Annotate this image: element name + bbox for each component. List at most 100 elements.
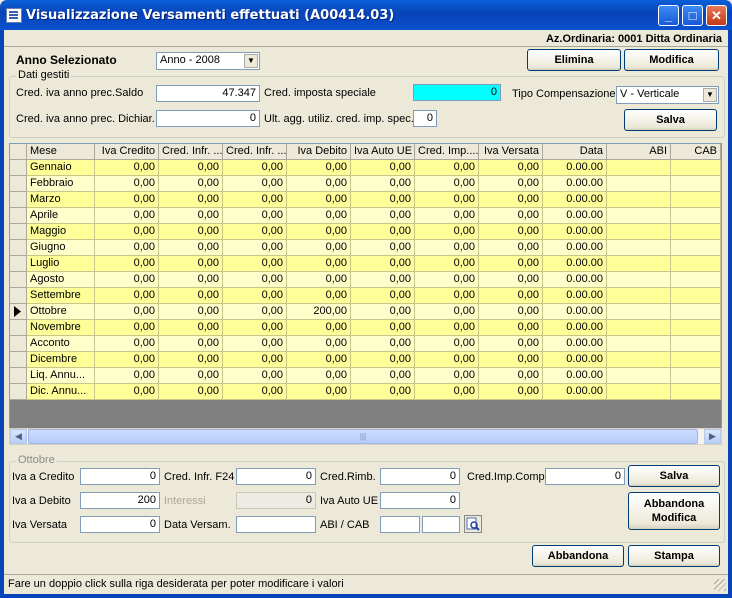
row-selector[interactable]: [10, 160, 27, 176]
table-cell[interactable]: 0,00: [95, 160, 159, 176]
table-cell[interactable]: 0,00: [415, 304, 479, 320]
tipo-comp-select[interactable]: V - Verticale ▼: [616, 86, 719, 104]
table-cell[interactable]: 0,00: [287, 176, 351, 192]
row-selector[interactable]: [10, 224, 27, 240]
table-cell[interactable]: 0,00: [479, 352, 543, 368]
row-selector[interactable]: [10, 256, 27, 272]
table-cell[interactable]: 0,00: [287, 272, 351, 288]
maximize-icon[interactable]: □: [682, 5, 703, 26]
table-cell[interactable]: 0,00: [223, 304, 287, 320]
iva-debito-field[interactable]: 200: [80, 492, 160, 509]
table-row[interactable]: Giugno 0,00 0,00 0,00 0,00 0,00 0,00 0,00 0.00.0…: [10, 240, 721, 256]
table-cell[interactable]: 0.00.00: [543, 192, 607, 208]
search-lookup-button[interactable]: [464, 515, 482, 533]
table-cell[interactable]: 0,00: [479, 288, 543, 304]
table-cell[interactable]: 0.00.00: [543, 352, 607, 368]
table-cell[interactable]: 0,00: [159, 336, 223, 352]
table-cell[interactable]: 0,00: [95, 368, 159, 384]
table-cell[interactable]: [671, 320, 721, 336]
table-cell[interactable]: 0,00: [415, 352, 479, 368]
table-cell[interactable]: 0,00: [223, 352, 287, 368]
table-cell[interactable]: 0.00.00: [543, 272, 607, 288]
table-cell[interactable]: [607, 304, 671, 320]
column-header[interactable]: CAB: [671, 144, 721, 160]
table-cell[interactable]: 0,00: [159, 176, 223, 192]
table-cell[interactable]: Dic. Annu...: [27, 384, 95, 400]
table-cell[interactable]: Marzo: [27, 192, 95, 208]
table-cell[interactable]: 0.00.00: [543, 368, 607, 384]
table-cell[interactable]: 0,00: [95, 272, 159, 288]
table-cell[interactable]: 0,00: [415, 192, 479, 208]
table-cell[interactable]: 0.00.00: [543, 208, 607, 224]
table-row[interactable]: Luglio 0,00 0,00 0,00 0,00 0,00 0,00 0,00 0.00.0…: [10, 256, 721, 272]
cred-speciale-field[interactable]: 0: [413, 84, 501, 101]
cab-field[interactable]: [422, 516, 460, 533]
table-cell[interactable]: 0,00: [287, 224, 351, 240]
table-cell[interactable]: 0,00: [159, 240, 223, 256]
table-row[interactable]: Gennaio 0,00 0,00 0,00 0,00 0,00 0,00 0,00 0.00.…: [10, 160, 721, 176]
column-header[interactable]: Iva Versata: [479, 144, 543, 160]
row-selector[interactable]: [10, 208, 27, 224]
table-cell[interactable]: 0,00: [223, 384, 287, 400]
iva-auto-ue-field[interactable]: 0: [380, 492, 460, 509]
table-cell[interactable]: 0,00: [287, 240, 351, 256]
table-cell[interactable]: 0,00: [479, 272, 543, 288]
table-cell[interactable]: 0,00: [95, 256, 159, 272]
row-selector[interactable]: [10, 368, 27, 384]
table-cell[interactable]: 0,00: [479, 320, 543, 336]
table-cell[interactable]: 0,00: [351, 192, 415, 208]
row-selector[interactable]: [10, 320, 27, 336]
table-cell[interactable]: 0.00.00: [543, 384, 607, 400]
table-cell[interactable]: 0,00: [95, 352, 159, 368]
table-row[interactable]: Marzo 0,00 0,00 0,00 0,00 0,00 0,00 0,00 0.00.00: [10, 192, 721, 208]
table-cell[interactable]: 0,00: [351, 224, 415, 240]
table-cell[interactable]: 0,00: [351, 288, 415, 304]
table-cell[interactable]: 0.00.00: [543, 304, 607, 320]
table-cell[interactable]: 0,00: [159, 288, 223, 304]
scroll-left-icon[interactable]: ◀: [10, 429, 27, 444]
table-cell[interactable]: [671, 272, 721, 288]
table-cell[interactable]: 0,00: [159, 304, 223, 320]
table-cell[interactable]: 0,00: [351, 176, 415, 192]
table-row[interactable]: Aprile 0,00 0,00 0,00 0,00 0,00 0,00 0,00 0.00.0…: [10, 208, 721, 224]
row-selector[interactable]: [10, 352, 27, 368]
table-cell[interactable]: 0,00: [287, 192, 351, 208]
table-cell[interactable]: 0,00: [159, 368, 223, 384]
table-cell[interactable]: 0,00: [287, 320, 351, 336]
table-cell[interactable]: 0,00: [351, 320, 415, 336]
table-cell[interactable]: [671, 384, 721, 400]
table-cell[interactable]: 0,00: [351, 352, 415, 368]
table-cell[interactable]: 0,00: [159, 256, 223, 272]
table-cell[interactable]: 0.00.00: [543, 288, 607, 304]
table-cell[interactable]: 0,00: [223, 320, 287, 336]
table-cell[interactable]: 0,00: [287, 368, 351, 384]
table-cell[interactable]: 0,00: [159, 208, 223, 224]
title-bar[interactable]: Visualizzazione Versamenti effettuati (A…: [0, 0, 732, 30]
table-cell[interactable]: 0,00: [479, 240, 543, 256]
table-cell[interactable]: 0,00: [223, 176, 287, 192]
table-cell[interactable]: 0,00: [479, 304, 543, 320]
table-cell[interactable]: [607, 160, 671, 176]
table-cell[interactable]: [607, 192, 671, 208]
table-cell[interactable]: [607, 208, 671, 224]
table-cell[interactable]: 0,00: [223, 256, 287, 272]
table-cell[interactable]: Novembre: [27, 320, 95, 336]
column-header[interactable]: ABI: [607, 144, 671, 160]
table-cell[interactable]: 0.00.00: [543, 320, 607, 336]
table-cell[interactable]: 0.00.00: [543, 224, 607, 240]
table-cell[interactable]: 0,00: [415, 288, 479, 304]
table-cell[interactable]: 0,00: [479, 256, 543, 272]
table-cell[interactable]: 200,00: [287, 304, 351, 320]
table-cell[interactable]: 0,00: [223, 192, 287, 208]
column-header[interactable]: Data: [543, 144, 607, 160]
row-selector[interactable]: [10, 304, 27, 320]
table-cell[interactable]: Maggio: [27, 224, 95, 240]
table-cell[interactable]: [671, 208, 721, 224]
table-cell[interactable]: 0,00: [479, 384, 543, 400]
table-cell[interactable]: 0,00: [351, 160, 415, 176]
table-cell[interactable]: 0,00: [479, 336, 543, 352]
column-header[interactable]: Iva Credito: [95, 144, 159, 160]
table-row[interactable]: Agosto 0,00 0,00 0,00 0,00 0,00 0,00 0,00 0.00.0…: [10, 272, 721, 288]
table-cell[interactable]: [607, 256, 671, 272]
table-cell[interactable]: 0,00: [415, 384, 479, 400]
